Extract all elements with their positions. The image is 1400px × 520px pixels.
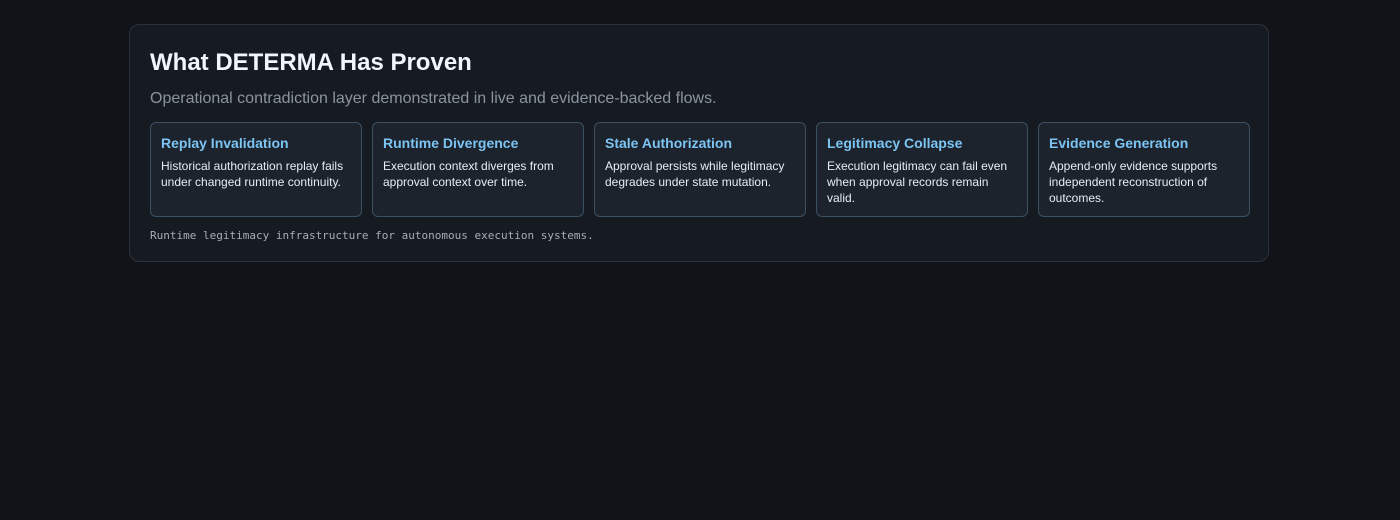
card-title: Stale Authorization [605,135,733,151]
panel-title: What DETERMA Has Proven [150,49,472,76]
card-description: Approval persists while legitimacy degra… [605,159,785,189]
panel-subtitle: Operational contradiction layer demonstr… [150,90,717,107]
card-stale-authorization: Stale Authorization Approval persists wh… [594,122,806,217]
card-description: Execution legitimacy can fail even when … [827,159,1008,205]
card-runtime-divergence: Runtime Divergence Execution context div… [372,122,584,217]
card-legitimacy-collapse: Legitimacy Collapse Execution legitimacy… [816,122,1028,217]
card-title: Runtime Divergence [383,135,519,151]
card-description: Append-only evidence supports independen… [1049,159,1218,205]
card-description: Execution context diverges from approval… [383,159,554,189]
card-description: Historical authorization replay fails un… [161,159,344,189]
panel-footer-note: Runtime legitimacy infrastructure for au… [150,229,594,242]
card-evidence-generation: Evidence Generation Append-only evidence… [1038,122,1250,217]
card-title: Evidence Generation [1049,135,1189,151]
proven-panel: What DETERMA Has Proven Operational cont… [129,24,1269,262]
card-title: Legitimacy Collapse [827,135,963,151]
card-replay-invalidation: Replay Invalidation Historical authoriza… [150,122,362,217]
capability-cards: Replay Invalidation Historical authoriza… [150,122,1250,217]
card-title: Replay Invalidation [161,135,289,151]
